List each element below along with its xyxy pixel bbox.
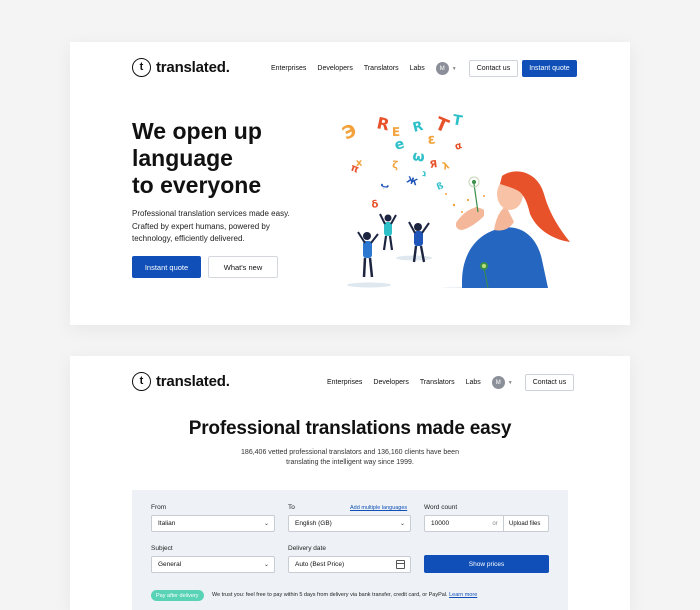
hero-title: We open up language to everyone bbox=[132, 118, 332, 199]
nav-link-translators[interactable]: Translators bbox=[364, 65, 399, 72]
person-figure bbox=[379, 213, 397, 251]
word-count-label: Word count bbox=[424, 504, 458, 511]
floating-letters: Э R E R T Txeπωε αЖגЯ λبζδß bbox=[339, 112, 464, 211]
avatar: M bbox=[491, 376, 505, 389]
or-text: or bbox=[492, 520, 498, 527]
word-count-field: 10000 or Upload files bbox=[424, 515, 549, 532]
word-count-input[interactable]: 10000 bbox=[425, 520, 487, 527]
nav-link-enterprises[interactable]: Enterprises bbox=[271, 65, 306, 72]
delivery-date-value: Auto (Best Price) bbox=[295, 561, 345, 568]
floating-letter: π bbox=[349, 163, 360, 176]
hero-title-line: to everyone bbox=[132, 172, 262, 198]
floating-letter: ب bbox=[379, 179, 391, 191]
hero-actions: Instant quote What's new bbox=[132, 256, 278, 278]
subject-label: Subject bbox=[151, 545, 173, 552]
logo-text: translated. bbox=[156, 59, 230, 76]
instant-quote-nav-button[interactable]: Instant quote bbox=[522, 60, 577, 77]
floating-letter: T bbox=[432, 113, 452, 137]
nav-link-labs[interactable]: Labs bbox=[410, 65, 425, 72]
delivery-date-field[interactable]: Auto (Best Price) bbox=[288, 556, 411, 573]
nav-link-developers[interactable]: Developers bbox=[317, 65, 352, 72]
floating-letter: ζ bbox=[392, 160, 399, 171]
floating-letter: ε bbox=[427, 131, 436, 148]
subject-select[interactable]: General ⌄ bbox=[151, 556, 275, 573]
hero-title-line: We open up bbox=[132, 118, 262, 144]
show-prices-button[interactable]: Show prices bbox=[424, 555, 549, 573]
source-language-select[interactable]: Italian ⌄ bbox=[151, 515, 275, 532]
trust-text: We trust you: feel free to pay within 5 … bbox=[212, 592, 448, 598]
avatar: M bbox=[435, 62, 449, 75]
floating-letter: R bbox=[375, 113, 391, 134]
contact-button[interactable]: Contact us bbox=[524, 374, 575, 391]
floating-letter: R bbox=[411, 119, 424, 136]
from-label: From bbox=[151, 504, 167, 511]
subject-value: General bbox=[158, 561, 182, 568]
source-language-value: Italian bbox=[158, 520, 176, 527]
logo-text: translated. bbox=[156, 373, 230, 390]
nav-link-enterprises[interactable]: Enterprises bbox=[327, 379, 362, 386]
person-figure bbox=[357, 231, 379, 278]
floating-letter: δ bbox=[371, 199, 380, 211]
logo-mark-icon: t bbox=[132, 58, 151, 77]
nav-link-developers[interactable]: Developers bbox=[373, 379, 408, 386]
floating-letter: ג bbox=[422, 169, 427, 179]
pay-after-delivery-badge: Pay after delivery bbox=[151, 590, 204, 601]
section-subtitle: 186,406 vetted professional translators … bbox=[241, 449, 459, 466]
logo[interactable]: t translated. bbox=[132, 58, 230, 77]
floating-letter: Э bbox=[339, 120, 360, 145]
chevron-down-icon: ⌄ bbox=[263, 521, 269, 527]
chevron-down-icon: ▼ bbox=[507, 379, 513, 386]
quote-form: From To Add multiple languages Word coun… bbox=[132, 490, 568, 610]
floating-letter: Ж bbox=[405, 175, 419, 188]
delivery-date-label: Delivery date bbox=[288, 545, 326, 552]
floating-letter: ω bbox=[411, 148, 425, 166]
contact-button[interactable]: Contact us bbox=[468, 60, 519, 77]
chevron-down-icon: ⌄ bbox=[263, 562, 269, 568]
top-nav: Enterprises Developers Translators Labs … bbox=[271, 60, 577, 77]
floating-letter: λ bbox=[441, 160, 451, 173]
to-label: To bbox=[288, 504, 295, 511]
hero-subtitle: Professional translation services made e… bbox=[132, 209, 290, 243]
floating-letter: α bbox=[454, 140, 464, 153]
chevron-down-icon: ▼ bbox=[451, 65, 457, 72]
upload-files-button[interactable]: Upload files bbox=[503, 516, 545, 531]
target-language-value: English (GB) bbox=[295, 520, 332, 527]
section-title: Professional translations made easy bbox=[188, 418, 512, 439]
quote-card: t translated. Enterprises Developers Tra… bbox=[70, 356, 630, 610]
whats-new-button[interactable]: What's new bbox=[208, 256, 278, 278]
target-language-select[interactable]: English (GB) ⌄ bbox=[288, 515, 411, 532]
woman-blowing-dandelion bbox=[455, 171, 570, 288]
trust-message: We trust you: feel free to pay within 5 … bbox=[212, 592, 477, 598]
hero-title-line: language bbox=[132, 145, 233, 171]
floating-letter: e bbox=[393, 136, 407, 154]
nav-link-translators[interactable]: Translators bbox=[420, 379, 455, 386]
hero-illustration: Э R E R T Txeπωε αЖגЯ λبζδß bbox=[339, 112, 570, 288]
account-menu[interactable]: M ▼ bbox=[491, 376, 513, 389]
calendar-icon[interactable] bbox=[396, 560, 405, 569]
hero-card: t translated. Enterprises Developers Tra… bbox=[70, 42, 630, 325]
floating-letter: Я bbox=[429, 159, 438, 171]
account-menu[interactable]: M ▼ bbox=[435, 62, 457, 75]
chevron-down-icon: ⌄ bbox=[399, 521, 405, 527]
nav-link-labs[interactable]: Labs bbox=[466, 379, 481, 386]
learn-more-link[interactable]: Learn more bbox=[449, 592, 477, 598]
floating-letter: T bbox=[451, 112, 464, 129]
top-nav: Enterprises Developers Translators Labs … bbox=[327, 374, 575, 391]
logo[interactable]: t translated. bbox=[132, 372, 230, 391]
floating-letter: ß bbox=[435, 181, 445, 193]
logo-mark-icon: t bbox=[132, 372, 151, 391]
instant-quote-button[interactable]: Instant quote bbox=[132, 256, 201, 278]
add-multiple-languages-link[interactable]: Add multiple languages bbox=[350, 505, 407, 511]
